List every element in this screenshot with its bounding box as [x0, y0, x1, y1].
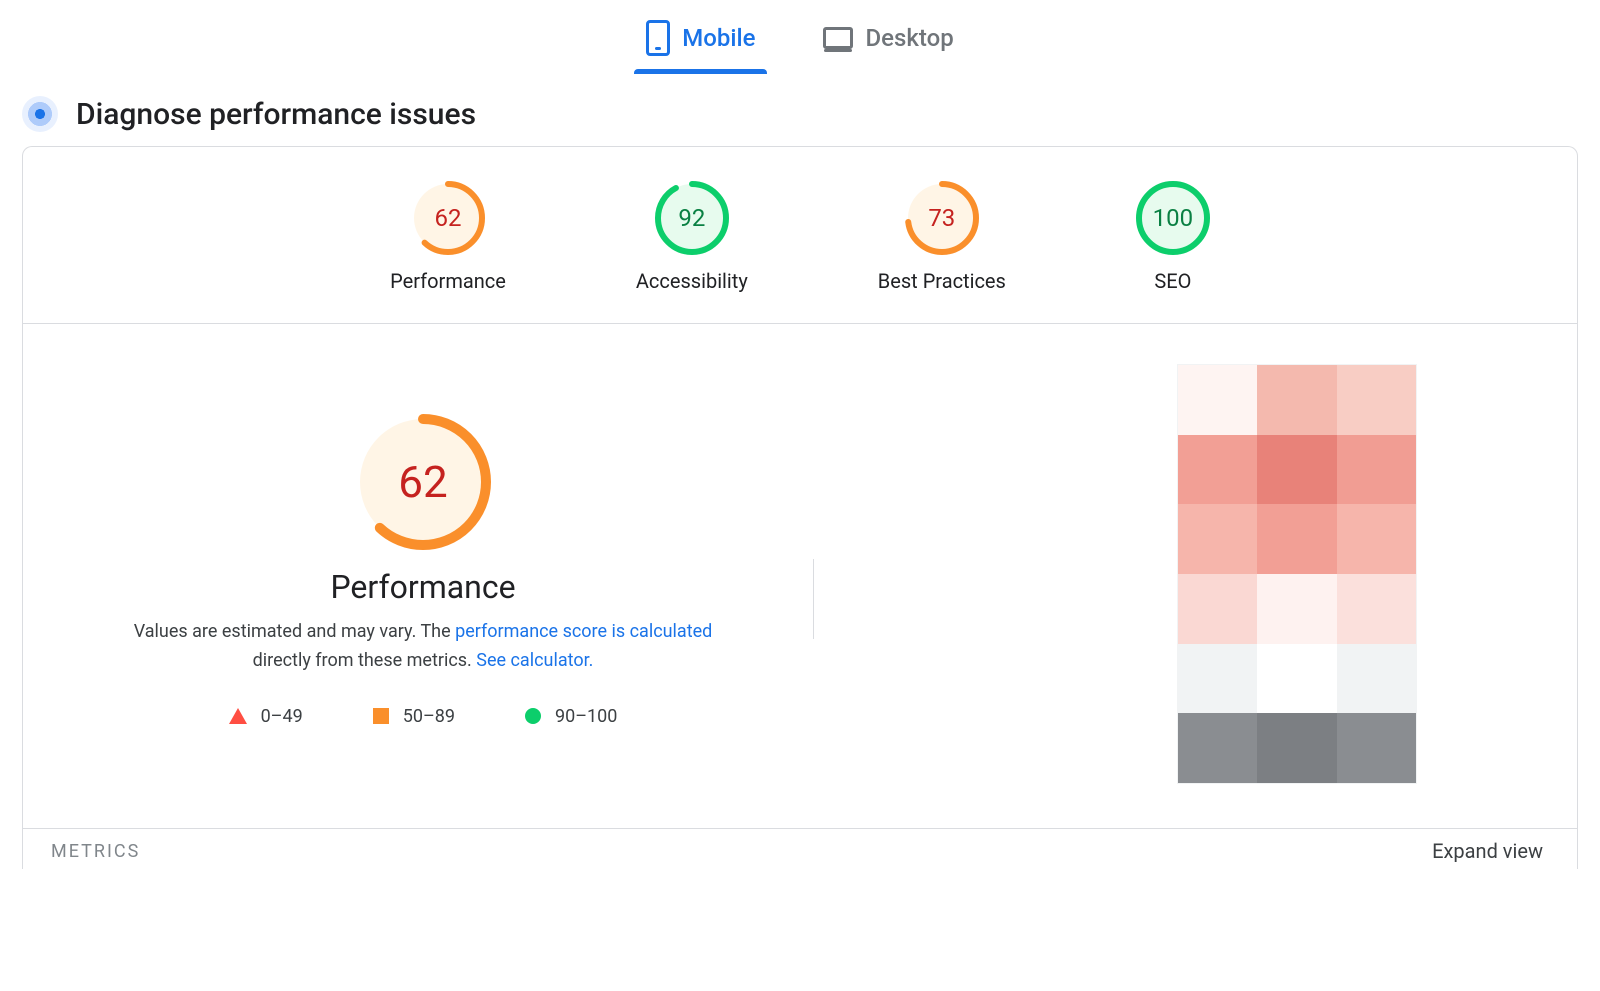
- legend-mid-label: 50–89: [403, 706, 455, 727]
- square-icon: [373, 708, 389, 724]
- metrics-header-row: Metrics Expand view: [23, 828, 1577, 869]
- performance-summary: 62 Performance Values are estimated and …: [63, 414, 763, 727]
- vertical-divider: [813, 559, 814, 639]
- report-card: 62 Performance 92 Accessibility 73 Best …: [22, 146, 1578, 869]
- legend-high-label: 90–100: [555, 706, 617, 727]
- score-legend: 0–49 50–89 90–100: [229, 706, 618, 727]
- category-gauges: 62 Performance 92 Accessibility 73 Best …: [23, 147, 1577, 324]
- gauge-col-accessibility[interactable]: 92 Accessibility: [636, 181, 748, 293]
- gauge-seo: 100: [1136, 181, 1210, 255]
- perf-score-calc-link[interactable]: performance score is calculated: [455, 621, 712, 642]
- diagnose-icon: [22, 96, 58, 132]
- gauge-col-seo[interactable]: 100 SEO: [1136, 181, 1210, 293]
- metrics-label: Metrics: [51, 841, 140, 862]
- performance-section: 62 Performance Values are estimated and …: [23, 324, 1577, 804]
- gauge-col-best-practices[interactable]: 73 Best Practices: [878, 181, 1006, 293]
- section-title: Diagnose performance issues: [76, 97, 476, 132]
- gauge-performance: 62: [411, 181, 485, 255]
- tab-mobile[interactable]: Mobile: [642, 14, 759, 74]
- legend-mid: 50–89: [373, 706, 455, 727]
- gauge-label: Performance: [390, 269, 506, 293]
- gauge-performance-large: 62: [355, 414, 491, 550]
- perf-desc-text: directly from these metrics.: [253, 650, 477, 671]
- mobile-device-icon: [646, 20, 670, 56]
- perf-desc-text: Values are estimated and may vary. The: [134, 621, 455, 642]
- gauge-col-performance[interactable]: 62 Performance: [390, 181, 506, 293]
- performance-title: Performance: [330, 568, 515, 606]
- tab-mobile-label: Mobile: [682, 24, 755, 52]
- triangle-icon: [229, 708, 247, 724]
- legend-low-label: 0–49: [261, 706, 303, 727]
- section-header: Diagnose performance issues: [0, 74, 1600, 146]
- tab-desktop-label: Desktop: [865, 24, 953, 52]
- page-screenshot-thumbnail[interactable]: [1177, 364, 1417, 784]
- gauge-best-practices: 73: [905, 181, 979, 255]
- legend-low: 0–49: [229, 706, 303, 727]
- performance-description: Values are estimated and may vary. The p…: [103, 618, 743, 676]
- gauge-label: Accessibility: [636, 269, 748, 293]
- expand-view-button[interactable]: Expand view: [1432, 839, 1543, 863]
- device-tabs: Mobile Desktop: [0, 0, 1600, 74]
- gauge-accessibility: 92: [655, 181, 729, 255]
- circle-icon: [525, 708, 541, 724]
- desktop-device-icon: [823, 27, 853, 49]
- see-calculator-link[interactable]: See calculator.: [476, 650, 593, 671]
- legend-high: 90–100: [525, 706, 617, 727]
- gauge-label: SEO: [1154, 269, 1191, 293]
- tab-desktop[interactable]: Desktop: [819, 14, 957, 74]
- gauge-label: Best Practices: [878, 269, 1006, 293]
